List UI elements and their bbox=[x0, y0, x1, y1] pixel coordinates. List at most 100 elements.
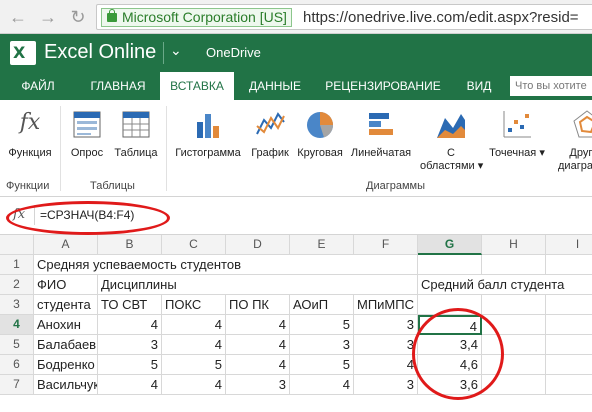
address-bar[interactable]: Microsoft Corporation [US] https://onedr… bbox=[96, 4, 592, 30]
cell-G1[interactable] bbox=[418, 255, 482, 275]
tab-insert[interactable]: ВСТАВКА bbox=[160, 72, 234, 100]
insert-function-button[interactable]: fx Функция bbox=[2, 106, 58, 184]
cell-H6[interactable] bbox=[482, 355, 546, 375]
tab-data[interactable]: ДАННЫЕ bbox=[238, 72, 312, 100]
cell-C7[interactable]: 4 bbox=[162, 375, 226, 395]
cell-E4[interactable]: 5 bbox=[290, 315, 354, 335]
column-header[interactable]: E bbox=[290, 235, 354, 255]
cell-D5[interactable]: 4 bbox=[226, 335, 290, 355]
select-all-corner[interactable] bbox=[0, 235, 34, 255]
cell-G2[interactable]: Средний балл студента bbox=[418, 275, 592, 295]
cell-B7[interactable]: 4 bbox=[98, 375, 162, 395]
fx-icon[interactable]: fx bbox=[13, 207, 25, 222]
cell-H1[interactable] bbox=[482, 255, 546, 275]
cell-B5[interactable]: 3 bbox=[98, 335, 162, 355]
row-header[interactable]: 5 bbox=[0, 335, 34, 355]
cell-A2[interactable]: ФИО bbox=[34, 275, 98, 295]
row-header-selected[interactable]: 4 bbox=[0, 315, 34, 335]
cell-A7[interactable]: Васильчук bbox=[34, 375, 98, 395]
cell-G4-active[interactable]: 4 bbox=[418, 315, 482, 335]
cell-F4[interactable]: 3 bbox=[354, 315, 418, 335]
forward-arrow-icon[interactable]: → bbox=[36, 5, 60, 29]
cell-H4[interactable] bbox=[482, 315, 546, 335]
cell-B4[interactable]: 4 bbox=[98, 315, 162, 335]
survey-label: Опрос bbox=[70, 147, 104, 159]
row-header[interactable]: 1 bbox=[0, 255, 34, 275]
cell-D7[interactable]: 3 bbox=[226, 375, 290, 395]
cell-E3[interactable]: АОиП bbox=[290, 295, 354, 315]
scatter-chart-button[interactable]: Точечная ▾ bbox=[486, 106, 548, 184]
row-header[interactable]: 3 bbox=[0, 295, 34, 315]
cell-I3[interactable] bbox=[546, 295, 592, 315]
bar-chart-icon bbox=[369, 113, 393, 135]
cell-D4[interactable]: 4 bbox=[226, 315, 290, 335]
line-chart-button[interactable]: График bbox=[246, 106, 294, 184]
cell-H3[interactable] bbox=[482, 295, 546, 315]
cell-G3[interactable] bbox=[418, 295, 482, 315]
chevron-down-icon[interactable]: ⌄ bbox=[170, 42, 182, 59]
row-header[interactable]: 2 bbox=[0, 275, 34, 295]
cell-I1[interactable] bbox=[546, 255, 592, 275]
tell-me-input[interactable]: Что вы хотите bbox=[510, 76, 592, 96]
site-identity-badge[interactable]: Microsoft Corporation [US] bbox=[101, 8, 292, 27]
cell-A6[interactable]: Бодренко bbox=[34, 355, 98, 375]
cell-E6[interactable]: 5 bbox=[290, 355, 354, 375]
area-chart-button[interactable]: Собластями ▾ bbox=[420, 106, 483, 184]
cell-I6[interactable] bbox=[546, 355, 592, 375]
cell-A5[interactable]: Балабаев bbox=[34, 335, 98, 355]
row-header[interactable]: 6 bbox=[0, 355, 34, 375]
app-title[interactable]: Excel Online bbox=[44, 41, 156, 64]
cell-B3[interactable]: ТО СВТ bbox=[98, 295, 162, 315]
cell-I4[interactable] bbox=[546, 315, 592, 335]
cell-F7[interactable]: 3 bbox=[354, 375, 418, 395]
cell-A3[interactable]: студента bbox=[34, 295, 98, 315]
cell-C3[interactable]: ПОКС bbox=[162, 295, 226, 315]
column-header[interactable]: A bbox=[34, 235, 98, 255]
back-arrow-icon[interactable]: ← bbox=[6, 5, 30, 29]
survey-button[interactable]: Опрос bbox=[66, 106, 108, 184]
column-header[interactable]: F bbox=[354, 235, 418, 255]
excel-logo-icon[interactable] bbox=[10, 41, 36, 65]
cell-D6[interactable]: 4 bbox=[226, 355, 290, 375]
cell-G5[interactable]: 3,4 bbox=[418, 335, 482, 355]
cell-A4[interactable]: Анохин bbox=[34, 315, 98, 335]
cell-G6[interactable]: 4,6 bbox=[418, 355, 482, 375]
cell-A1[interactable]: Средняя успеваемость студентов bbox=[34, 255, 418, 275]
cell-G7[interactable]: 3,6 bbox=[418, 375, 482, 395]
column-header[interactable]: H bbox=[482, 235, 546, 255]
column-header-selected[interactable]: G bbox=[418, 235, 482, 255]
cell-H7[interactable] bbox=[482, 375, 546, 395]
table-button[interactable]: Таблица bbox=[110, 106, 162, 184]
column-header[interactable]: B bbox=[98, 235, 162, 255]
row-header[interactable]: 7 bbox=[0, 375, 34, 395]
cell-F5[interactable]: 3 bbox=[354, 335, 418, 355]
cell-F6[interactable]: 4 bbox=[354, 355, 418, 375]
url-text[interactable]: https://onedrive.live.com/edit.aspx?resi… bbox=[303, 9, 579, 26]
cell-C5[interactable]: 4 bbox=[162, 335, 226, 355]
tab-view[interactable]: ВИД bbox=[456, 72, 502, 100]
cell-I7[interactable] bbox=[546, 375, 592, 395]
cell-H5[interactable] bbox=[482, 335, 546, 355]
cell-B6[interactable]: 5 bbox=[98, 355, 162, 375]
tab-home[interactable]: ГЛАВНАЯ bbox=[76, 72, 160, 100]
cell-D3[interactable]: ПО ПК bbox=[226, 295, 290, 315]
cell-E5[interactable]: 3 bbox=[290, 335, 354, 355]
reload-icon[interactable]: ↻ bbox=[66, 5, 90, 29]
column-header[interactable]: D bbox=[226, 235, 290, 255]
cell-F3[interactable]: МПиМПС bbox=[354, 295, 418, 315]
histogram-chart-button[interactable]: Гистограмма bbox=[172, 106, 244, 184]
cell-C6[interactable]: 5 bbox=[162, 355, 226, 375]
onedrive-link[interactable]: OneDrive bbox=[206, 45, 261, 60]
cell-B2[interactable]: Дисциплины bbox=[98, 275, 418, 295]
cell-C4[interactable]: 4 bbox=[162, 315, 226, 335]
cell-I5[interactable] bbox=[546, 335, 592, 355]
pie-chart-button[interactable]: Круговая bbox=[294, 106, 346, 184]
tab-review[interactable]: РЕЦЕНЗИРОВАНИЕ bbox=[316, 72, 450, 100]
bar-chart-button[interactable]: Линейчатая bbox=[348, 106, 414, 184]
column-header[interactable]: C bbox=[162, 235, 226, 255]
tab-file[interactable]: ФАЙЛ bbox=[4, 72, 72, 100]
formula-input[interactable]: =СРЗНАЧ(B4:F4) bbox=[40, 208, 134, 222]
cell-E7[interactable]: 4 bbox=[290, 375, 354, 395]
column-header[interactable]: I bbox=[546, 235, 592, 255]
other-charts-button[interactable]: Другиедиаграммы bbox=[552, 106, 592, 184]
